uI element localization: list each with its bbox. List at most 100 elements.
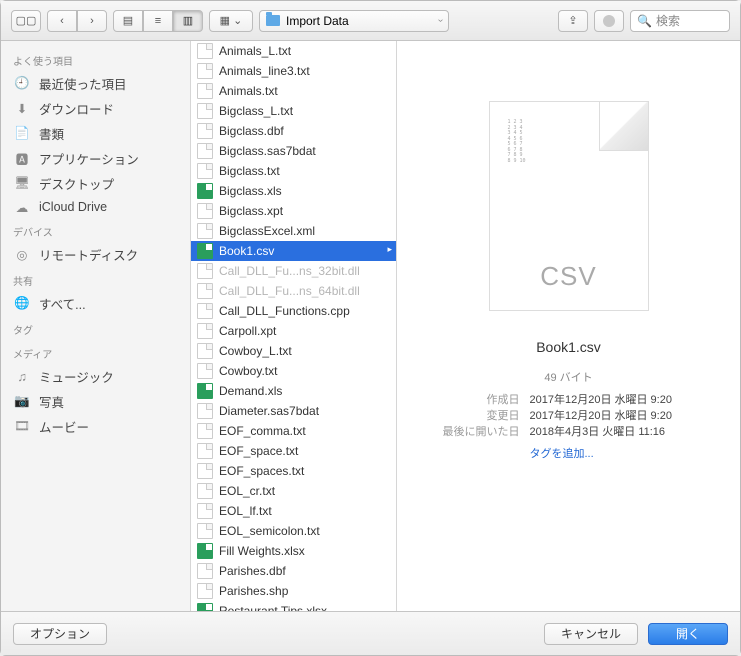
file-row[interactable]: Book1.csv▸ (191, 241, 396, 261)
file-row[interactable]: BigclassExcel.xml (191, 221, 396, 241)
add-tags-link[interactable]: タグを追加... (530, 448, 594, 460)
file-icon (197, 583, 213, 599)
sidebar-item-label: すべて... (39, 294, 86, 313)
file-name: Animals.txt (219, 84, 278, 98)
file-row[interactable]: Fill Weights.xlsx (191, 541, 396, 561)
sidebar-toggle-button[interactable]: ▢▢ (11, 10, 41, 32)
file-name: Fill Weights.xlsx (219, 544, 305, 558)
file-name: EOF_comma.txt (219, 424, 306, 438)
file-row[interactable]: Bigclass.xpt (191, 201, 396, 221)
file-row[interactable]: Bigclass.dbf (191, 121, 396, 141)
file-name: Cowboy_L.txt (219, 344, 292, 358)
sidebar-item[interactable]: 📄書類 (1, 121, 190, 146)
sidebar-item[interactable]: 🅰︎アプリケーション (1, 146, 190, 171)
open-button[interactable]: 開く (648, 623, 728, 645)
forward-button[interactable]: › (77, 10, 107, 32)
clock-icon: 🕘 (13, 76, 31, 92)
file-row[interactable]: EOF_spaces.txt (191, 461, 396, 481)
sidebar-toggle-group: ▢▢ (11, 10, 41, 32)
file-row[interactable]: Bigclass_L.txt (191, 101, 396, 121)
file-icon (197, 103, 213, 119)
icon-view-button[interactable]: ▤ (113, 10, 143, 32)
sidebar-item[interactable]: ◎ リモートディスク (1, 242, 190, 267)
file-row[interactable]: EOF_comma.txt (191, 421, 396, 441)
sidebar-header: タグ (1, 316, 190, 340)
view-mode-group: ▤ ≡ ▥ (113, 10, 203, 32)
sidebar-item[interactable]: 🖥デスクトップ (1, 171, 190, 196)
search-placeholder: 検索 (656, 12, 680, 29)
file-row[interactable]: Cowboy_L.txt (191, 341, 396, 361)
file-row[interactable]: EOL_lf.txt (191, 501, 396, 521)
file-row[interactable]: Animals_L.txt (191, 41, 396, 61)
file-row[interactable]: Bigclass.txt (191, 161, 396, 181)
desktop-icon: 🖥 (13, 176, 31, 192)
file-row[interactable]: Parishes.dbf (191, 561, 396, 581)
camera-icon: 📷 (13, 394, 31, 410)
preview-meta-row: 変更日2017年12月20日 水曜日 9:20 (438, 407, 700, 423)
sidebar-item[interactable]: ☁︎iCloud Drive (1, 196, 190, 218)
file-name: EOL_cr.txt (219, 484, 275, 498)
sidebar-header: デバイス (1, 218, 190, 242)
file-name: Animals_line3.txt (219, 64, 310, 78)
file-icon (197, 183, 213, 199)
file-row[interactable]: Call_DLL_Functions.cpp (191, 301, 396, 321)
sidebar-item-label: 写真 (39, 392, 64, 411)
sidebar-item-label: iCloud Drive (39, 200, 107, 214)
file-name: Bigclass.dbf (219, 124, 284, 138)
file-name: Book1.csv (219, 244, 274, 258)
sidebar-item[interactable]: 🕘最近使った項目 (1, 71, 190, 96)
preview-pane: 1 2 32 3 43 4 54 5 65 6 76 7 87 8 98 9 1… (397, 41, 740, 611)
path-popup-button[interactable]: Import Data (259, 10, 449, 32)
file-name: Animals_L.txt (219, 44, 291, 58)
options-button[interactable]: オプション (13, 623, 107, 645)
sidebar-item[interactable]: 📷 写真 (1, 389, 190, 414)
file-row[interactable]: Carpoll.xpt (191, 321, 396, 341)
file-row[interactable]: Cowboy.txt (191, 361, 396, 381)
column-view-button[interactable]: ▥ (173, 10, 203, 32)
file-row[interactable]: EOL_cr.txt (191, 481, 396, 501)
file-name: Parishes.shp (219, 584, 288, 598)
file-row[interactable]: Demand.xls (191, 381, 396, 401)
file-icon (197, 603, 213, 611)
sidebar-item[interactable]: 🌐 すべて... (1, 291, 190, 316)
file-row[interactable]: Diameter.sas7bdat (191, 401, 396, 421)
sidebar-item[interactable]: ♫ ミュージック (1, 364, 190, 389)
file-row[interactable]: Animals_line3.txt (191, 61, 396, 81)
file-icon (197, 343, 213, 359)
file-icon (197, 403, 213, 419)
file-row[interactable]: EOF_space.txt (191, 441, 396, 461)
path-label: Import Data (286, 14, 349, 28)
file-row[interactable]: Bigclass.xls (191, 181, 396, 201)
file-row[interactable]: EOL_semicolon.txt (191, 521, 396, 541)
music-icon: ♫ (13, 369, 31, 385)
share-button[interactable]: ⇪ (558, 10, 588, 32)
file-name: Carpoll.xpt (219, 324, 276, 338)
tag-button[interactable] (594, 10, 624, 32)
sidebar-item[interactable]: 🎞ムービー (1, 414, 190, 439)
file-row[interactable]: Bigclass.sas7bdat (191, 141, 396, 161)
search-field[interactable]: 🔍 検索 (630, 10, 730, 32)
list-view-button[interactable]: ≡ (143, 10, 173, 32)
file-name: Diameter.sas7bdat (219, 404, 319, 418)
preview-meta-key: 作成日 (438, 391, 520, 407)
file-icon (197, 43, 213, 59)
cancel-button[interactable]: キャンセル (544, 623, 638, 645)
document-icon: 📄 (13, 126, 31, 142)
file-row[interactable]: Restaurant Tips.xlsx (191, 601, 396, 611)
file-icon (197, 563, 213, 579)
preview-meta-value: 2017年12月20日 水曜日 9:20 (530, 407, 700, 423)
preview-meta-value: 2017年12月20日 水曜日 9:20 (530, 391, 700, 407)
preview-size: 49 バイト (544, 369, 592, 385)
sidebar-item-label: リモートディスク (39, 245, 138, 264)
sidebar-item-label: ミュージック (39, 367, 114, 386)
sidebar-header: 共有 (1, 267, 190, 291)
file-row: Call_DLL_Fu...ns_32bit.dll (191, 261, 396, 281)
file-icon (197, 523, 213, 539)
arrange-button[interactable]: ▦ ⌄ (209, 10, 253, 32)
disc-icon: ◎ (13, 247, 31, 263)
back-button[interactable]: ‹ (47, 10, 77, 32)
file-row[interactable]: Parishes.shp (191, 581, 396, 601)
file-row[interactable]: Animals.txt (191, 81, 396, 101)
sidebar-item[interactable]: ⬇︎ダウンロード (1, 96, 190, 121)
globe-icon: 🌐 (13, 296, 31, 312)
